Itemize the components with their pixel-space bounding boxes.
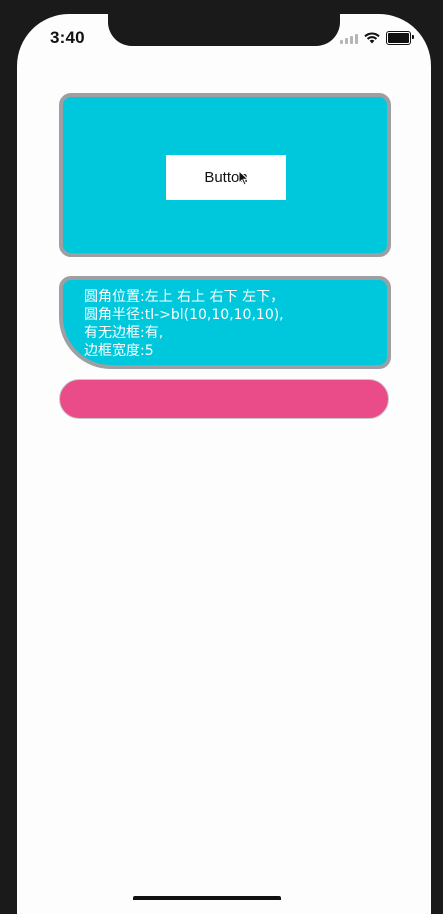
info-line-corner-radius: 圆角半径:tl->bl(10,10,10,10), — [84, 307, 284, 323]
status-time: 3:40 — [50, 28, 85, 47]
center-button[interactable]: Button — [166, 155, 286, 200]
battery-icon — [386, 31, 414, 45]
info-card: 圆角位置:左上 右上 右下 左下， 圆角半径:tl->bl(10,10,10,1… — [59, 276, 391, 369]
pink-pill-button[interactable] — [59, 379, 389, 419]
top-card: Button — [59, 93, 391, 257]
info-card-text: 圆角位置:左上 右上 右下 左下， 圆角半径:tl->bl(10,10,10,1… — [84, 288, 284, 360]
info-line-corner-position: 圆角位置:左上 右上 右下 左下， — [84, 289, 285, 305]
wifi-icon — [364, 32, 380, 44]
mouse-cursor-icon — [238, 170, 249, 186]
info-line-has-border: 有无边框:有, — [84, 325, 164, 341]
info-line-border-width: 边框宽度:5 — [84, 343, 154, 359]
home-indicator[interactable] — [133, 896, 281, 900]
app-screen: 3:40 Button 圆角位置:左上 右上 右下 左下， 圆角半径:tl->b… — [17, 14, 431, 914]
device-frame: 3:40 Button 圆角位置:左上 右上 右下 左下， 圆角半径:tl->b… — [0, 0, 443, 914]
signal-icon — [340, 33, 358, 44]
status-icons — [340, 31, 414, 45]
device-notch — [108, 14, 340, 46]
